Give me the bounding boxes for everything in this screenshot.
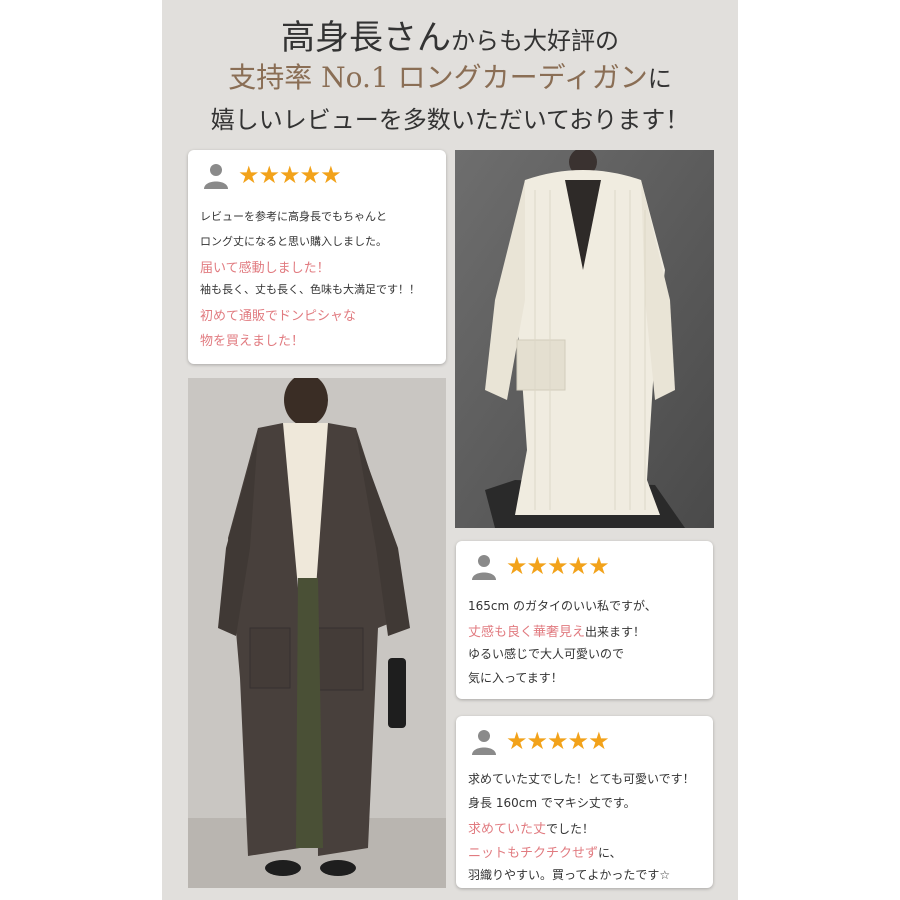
- review-text: 羽織りやすい。買ってよかったです☆: [468, 868, 671, 882]
- review-card-2: ★★★★★ 165cm のガタイのいい私ですが、 丈感も良く華奢見え出来ます！ …: [456, 541, 713, 699]
- user-icon: [204, 164, 228, 189]
- review-card-1: ★★★★★ レビューを参考に高身長でもちゃんと ロング丈になると思い購入しました…: [188, 150, 446, 364]
- product-photo-ivory: [455, 150, 714, 528]
- headline-product: 支持率 No.1 ロングカーディガン: [228, 61, 648, 94]
- review-text-mixed: ニットもチクチクせずに、: [468, 842, 622, 861]
- review-text: 出来ます！: [585, 625, 646, 639]
- headline-line-3: 嬉しいレビューを多数いただいております！: [162, 100, 738, 135]
- review-text: ゆるい感じで大人可愛いので: [468, 647, 625, 661]
- review-text: 袖も長く、丈も長く、色味も大満足です！！: [200, 283, 420, 296]
- promo-panel: 高身長さんからも大好評の 支持率 No.1 ロングカーディガンに 嬉しいレビュー…: [162, 0, 738, 900]
- user-icon: [472, 730, 496, 755]
- review-text: でした！: [546, 822, 595, 836]
- headline-text: に: [647, 65, 672, 93]
- headline-line-1: 高身長さんからも大好評の: [162, 10, 738, 59]
- review-text-mixed: 求めていた丈でした！: [468, 818, 594, 837]
- review-text: 身長 160cm でマキシ丈です。: [468, 796, 636, 810]
- review-header: ★★★★★: [470, 551, 610, 581]
- headline-line-2: 支持率 No.1 ロングカーディガンに: [162, 56, 738, 96]
- review-text: レビューを参考に高身長でもちゃんと: [200, 210, 387, 223]
- headline-text: 嬉しいレビューを多数いただいております！: [210, 106, 690, 134]
- product-photo-charcoal: [188, 378, 446, 888]
- review-highlight: 初めて通販でドンピシャな: [200, 309, 357, 324]
- review-highlight: 丈感も良く華奢見え: [468, 625, 586, 640]
- headline-text: からも大好評の: [451, 27, 619, 55]
- review-text: に、: [598, 846, 622, 860]
- review-highlight: 届いて感動しました！: [200, 261, 330, 276]
- review-text: ロング丈になると思い購入しました。: [200, 235, 387, 248]
- review-highlight: 求めていた丈: [468, 822, 547, 837]
- review-card-3: ★★★★★ 求めていた丈でした！とても可愛いです！ 身長 160cm でマキシ丈…: [456, 716, 713, 888]
- star-rating: ★★★★★: [506, 552, 610, 580]
- page: 高身長さんからも大好評の 支持率 No.1 ロングカーディガンに 嬉しいレビュー…: [0, 0, 900, 900]
- star-rating: ★★★★★: [506, 727, 610, 755]
- headline-highlight: 高身長さん: [281, 18, 451, 58]
- review-text-mixed: 丈感も良く華奢見え出来ます！: [468, 621, 645, 640]
- review-text: 165cm のガタイのいい私ですが、: [468, 599, 657, 613]
- star-rating: ★★★★★: [238, 161, 342, 189]
- review-highlight: ニットもチクチクせず: [468, 846, 599, 861]
- review-header: ★★★★★: [202, 160, 342, 190]
- review-header: ★★★★★: [470, 726, 610, 756]
- review-text: 求めていた丈でした！とても可愛いです！: [468, 772, 695, 786]
- review-text: 気に入ってます！: [468, 671, 563, 685]
- user-icon: [472, 555, 496, 580]
- review-highlight: 物を買えました！: [200, 334, 305, 349]
